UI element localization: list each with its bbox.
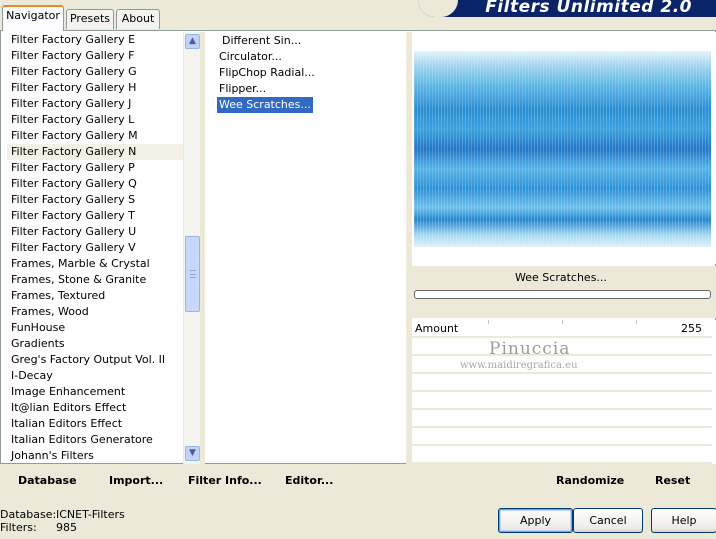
chevron-down-icon: ▼ — [189, 448, 196, 458]
filters-label: Filters: — [0, 521, 37, 534]
category-item[interactable]: Filter Factory Gallery G — [7, 64, 183, 80]
category-item[interactable]: Johann's Filters — [7, 448, 183, 464]
category-item[interactable]: Filter Factory Gallery S — [7, 192, 183, 208]
category-item[interactable]: Greg's Factory Output Vol. II — [7, 352, 183, 368]
slider-tick — [488, 320, 489, 324]
filter-info-button[interactable]: Filter Info... — [188, 474, 262, 488]
title-banner: Filters Unlimited 2.0 — [418, 0, 716, 17]
category-item[interactable]: Filter Factory Gallery E — [7, 32, 183, 48]
category-item[interactable]: Frames, Wood — [7, 304, 183, 320]
category-item[interactable]: FunHouse — [7, 320, 183, 336]
tab-bar: Navigator Presets About — [0, 0, 420, 31]
filter-item[interactable]: Circulator... — [217, 49, 284, 65]
category-item[interactable]: Filter Factory Gallery J — [7, 96, 183, 112]
category-item[interactable]: Frames, Marble & Crystal — [7, 256, 183, 272]
scroll-down-button[interactable]: ▼ — [185, 446, 200, 461]
category-item[interactable]: Filter Factory Gallery T — [7, 208, 183, 224]
parameter-amount[interactable]: Amount 255 — [412, 320, 712, 338]
filters-count: 985 — [56, 521, 77, 534]
watermark-name: Pinuccia — [489, 339, 571, 359]
database-label: Database: — [0, 508, 57, 521]
category-item[interactable]: Italian Editors Generatore — [7, 432, 183, 448]
category-item[interactable]: Filter Factory Gallery H — [7, 80, 183, 96]
toolbar: Database Import... Filter Info... Editor… — [0, 464, 716, 496]
app-title: Filters Unlimited 2.0 — [485, 0, 692, 17]
import-button[interactable]: Import... — [109, 474, 163, 488]
parameter-empty — [412, 428, 712, 446]
effect-bar: Wee Scratches... — [412, 266, 716, 318]
filter-list[interactable]: Different Sin... Circulator... FlipChop Ra… — [217, 32, 405, 464]
parameter-empty — [412, 410, 712, 428]
category-item[interactable]: It@lian Editors Effect — [7, 400, 183, 416]
cancel-button[interactable]: Cancel — [573, 508, 643, 533]
reset-button[interactable]: Reset — [655, 474, 690, 488]
randomize-button[interactable]: Randomize — [556, 474, 624, 488]
category-item[interactable]: Filter Factory Gallery M — [7, 128, 183, 144]
grip-icon — [190, 270, 196, 278]
category-item[interactable]: Filter Factory Gallery N — [7, 144, 183, 160]
category-item[interactable]: Image Enhancement — [7, 384, 183, 400]
progress-bar — [414, 290, 711, 299]
category-item[interactable]: Filter Factory Gallery P — [7, 160, 183, 176]
tab-navigator[interactable]: Navigator — [2, 5, 64, 31]
tab-about[interactable]: About — [116, 9, 160, 29]
effect-name: Wee Scratches... — [515, 271, 607, 284]
category-item[interactable]: Frames, Stone & Granite — [7, 272, 183, 288]
parameter-empty — [412, 446, 712, 464]
scroll-thumb[interactable] — [185, 236, 200, 312]
chevron-up-icon: ▲ — [189, 36, 196, 46]
category-item[interactable]: Gradients — [7, 336, 183, 352]
database-button[interactable]: Database — [18, 474, 77, 488]
filter-item[interactable]: Wee Scratches... — [217, 97, 313, 113]
parameter-empty — [412, 392, 712, 410]
category-item[interactable]: Filter Factory Gallery L — [7, 112, 183, 128]
parameter-empty — [412, 374, 712, 392]
watermark-url: www.maidiregrafica.eu — [460, 360, 578, 371]
tab-presets[interactable]: Presets — [66, 9, 114, 29]
help-button[interactable]: Help — [651, 508, 716, 533]
editor-button[interactable]: Editor... — [285, 474, 333, 488]
category-item[interactable]: Filter Factory Gallery U — [7, 224, 183, 240]
category-item[interactable]: Frames, Textured — [7, 288, 183, 304]
filter-item[interactable]: Different Sin... — [220, 33, 303, 49]
preview-image — [414, 51, 711, 247]
column-divider — [200, 32, 205, 464]
category-item[interactable]: Filter Factory Gallery V — [7, 240, 183, 256]
parameter-label: Amount — [415, 322, 459, 335]
category-list[interactable]: Filter Factory Gallery E Filter Factory G… — [7, 32, 183, 464]
scroll-up-button[interactable]: ▲ — [185, 34, 200, 49]
slider-tick — [636, 320, 637, 324]
slider-tick — [562, 320, 563, 324]
category-item[interactable]: I-Decay — [7, 368, 183, 384]
category-item[interactable]: Filter Factory Gallery Q — [7, 176, 183, 192]
database-value: ICNET-Filters — [56, 508, 125, 521]
filter-item[interactable]: FlipChop Radial... — [217, 65, 317, 81]
parameter-value: 255 — [681, 322, 702, 335]
apply-button[interactable]: Apply — [498, 508, 573, 533]
category-item[interactable]: Filter Factory Gallery F — [7, 48, 183, 64]
category-scrollbar[interactable]: ▲ ▼ — [183, 32, 200, 464]
status-info: Database: ICNET-Filters Filters: 985 — [0, 508, 125, 534]
category-item[interactable]: Italian Editors Effect — [7, 416, 183, 432]
filter-item[interactable]: Flipper... — [217, 81, 268, 97]
